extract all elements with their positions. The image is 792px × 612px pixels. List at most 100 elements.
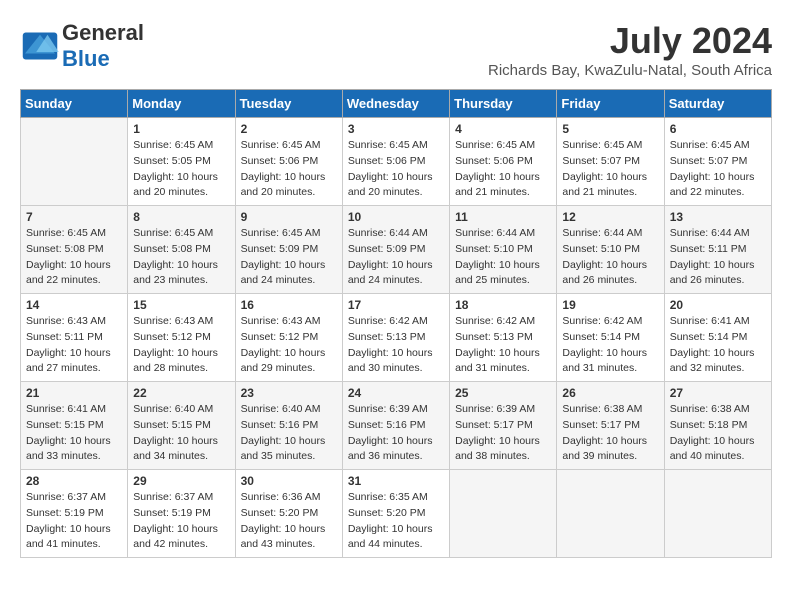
day-detail: Sunrise: 6:45 AMSunset: 5:06 PMDaylight:… [241, 138, 337, 201]
day-number: 15 [133, 298, 229, 312]
header-friday: Friday [557, 90, 664, 118]
day-cell: 28Sunrise: 6:37 AMSunset: 5:19 PMDayligh… [21, 470, 128, 558]
week-row-5: 28 Sunrise: 6:37 AMSunset: 5:19 PMDayligh… [21, 470, 772, 558]
day-cell: 12 Sunrise: 6:44 AMSunset: 5:10 PMDayligh… [557, 206, 664, 294]
day-detail: Sunrise: 6:45 AMSunset: 5:07 PMDaylight:… [562, 138, 658, 201]
day-number: 20 [670, 298, 766, 312]
day-number: 1 [133, 122, 229, 136]
day-number: 11 [455, 210, 551, 224]
day-detail: Sunrise: 6:44 AMSunset: 5:10 PMDaylight:… [562, 226, 658, 289]
header-monday: Monday [128, 90, 235, 118]
day-cell: 2 Sunrise: 6:45 AMSunset: 5:06 PMDaylight… [235, 118, 342, 206]
day-number: 27 [670, 386, 766, 400]
day-number: 23 [241, 386, 337, 400]
location: Richards Bay, KwaZulu-Natal, South Afric… [488, 62, 772, 79]
logo-icon [20, 31, 60, 61]
day-detail: Sunrise: 6:36 AMSunset: 5:20 PMDaylight:… [241, 490, 337, 553]
day-detail: Sunrise: 6:39 AMSunset: 5:17 PMDaylight:… [455, 402, 551, 465]
day-detail: Sunrise: 6:43 AMSunset: 5:12 PMDaylight:… [133, 314, 229, 377]
day-number: 24 [348, 386, 444, 400]
day-cell: 25 Sunrise: 6:39 AMSunset: 5:17 PMDayligh… [450, 382, 557, 470]
day-number: 29 [133, 474, 229, 488]
day-detail: Sunrise: 6:43 AMSunset: 5:11 PMDaylight:… [26, 314, 122, 377]
day-cell: 14 Sunrise: 6:43 AMSunset: 5:11 PMDayligh… [21, 294, 128, 382]
day-cell: 30 Sunrise: 6:36 AMSunset: 5:20 PMDayligh… [235, 470, 342, 558]
day-detail: Sunrise: 6:44 AMSunset: 5:09 PMDaylight:… [348, 226, 444, 289]
day-cell: 24 Sunrise: 6:39 AMSunset: 5:16 PMDayligh… [342, 382, 449, 470]
header-tuesday: Tuesday [235, 90, 342, 118]
day-cell: 6 Sunrise: 6:45 AMSunset: 5:07 PMDaylight… [664, 118, 771, 206]
day-cell [664, 470, 771, 558]
day-number: 3 [348, 122, 444, 136]
day-cell: 11 Sunrise: 6:44 AMSunset: 5:10 PMDayligh… [450, 206, 557, 294]
day-number: 7 [26, 210, 122, 224]
day-number: 14 [26, 298, 122, 312]
day-number: 28 [26, 474, 122, 488]
day-detail: Sunrise: 6:45 AMSunset: 5:09 PMDaylight:… [241, 226, 337, 289]
day-detail: Sunrise: 6:42 AMSunset: 5:13 PMDaylight:… [455, 314, 551, 377]
day-detail: Sunrise: 6:45 AMSunset: 5:05 PMDaylight:… [133, 138, 229, 201]
day-detail: Sunrise: 6:39 AMSunset: 5:16 PMDaylight:… [348, 402, 444, 465]
title-block: July 2024 Richards Bay, KwaZulu-Natal, S… [488, 20, 772, 79]
day-cell: 22 Sunrise: 6:40 AMSunset: 5:15 PMDayligh… [128, 382, 235, 470]
header-sunday: Sunday [21, 90, 128, 118]
day-cell: 1 Sunrise: 6:45 AMSunset: 5:05 PMDaylight… [128, 118, 235, 206]
day-number: 25 [455, 386, 551, 400]
week-row-3: 14 Sunrise: 6:43 AMSunset: 5:11 PMDayligh… [21, 294, 772, 382]
day-detail: Sunrise: 6:44 AMSunset: 5:11 PMDaylight:… [670, 226, 766, 289]
day-cell: 10Sunrise: 6:44 AMSunset: 5:09 PMDayligh… [342, 206, 449, 294]
day-detail: Sunrise: 6:45 AMSunset: 5:08 PMDaylight:… [26, 226, 122, 289]
day-detail: Sunrise: 6:45 AMSunset: 5:08 PMDaylight:… [133, 226, 229, 289]
header-thursday: Thursday [450, 90, 557, 118]
day-number: 30 [241, 474, 337, 488]
week-row-4: 21Sunrise: 6:41 AMSunset: 5:15 PMDayligh… [21, 382, 772, 470]
page-header: General Blue July 2024 Richards Bay, Kwa… [20, 20, 772, 79]
day-cell: 7 Sunrise: 6:45 AMSunset: 5:08 PMDaylight… [21, 206, 128, 294]
day-detail: Sunrise: 6:40 AMSunset: 5:16 PMDaylight:… [241, 402, 337, 465]
month-year: July 2024 [488, 20, 772, 62]
day-number: 5 [562, 122, 658, 136]
day-cell: 19Sunrise: 6:42 AMSunset: 5:14 PMDayligh… [557, 294, 664, 382]
logo-general: General [62, 20, 144, 45]
day-number: 12 [562, 210, 658, 224]
day-cell: 31Sunrise: 6:35 AMSunset: 5:20 PMDayligh… [342, 470, 449, 558]
day-number: 17 [348, 298, 444, 312]
day-detail: Sunrise: 6:40 AMSunset: 5:15 PMDaylight:… [133, 402, 229, 465]
day-number: 21 [26, 386, 122, 400]
day-number: 19 [562, 298, 658, 312]
week-row-1: 1 Sunrise: 6:45 AMSunset: 5:05 PMDaylight… [21, 118, 772, 206]
day-number: 16 [241, 298, 337, 312]
day-number: 2 [241, 122, 337, 136]
day-detail: Sunrise: 6:44 AMSunset: 5:10 PMDaylight:… [455, 226, 551, 289]
day-number: 6 [670, 122, 766, 136]
day-detail: Sunrise: 6:42 AMSunset: 5:13 PMDaylight:… [348, 314, 444, 377]
day-number: 26 [562, 386, 658, 400]
day-number: 22 [133, 386, 229, 400]
day-cell: 26 Sunrise: 6:38 AMSunset: 5:17 PMDayligh… [557, 382, 664, 470]
day-detail: Sunrise: 6:37 AMSunset: 5:19 PMDaylight:… [133, 490, 229, 553]
day-cell: 23 Sunrise: 6:40 AMSunset: 5:16 PMDayligh… [235, 382, 342, 470]
day-detail: Sunrise: 6:41 AMSunset: 5:14 PMDaylight:… [670, 314, 766, 377]
day-cell: 27Sunrise: 6:38 AMSunset: 5:18 PMDayligh… [664, 382, 771, 470]
day-number: 8 [133, 210, 229, 224]
day-cell: 8 Sunrise: 6:45 AMSunset: 5:08 PMDaylight… [128, 206, 235, 294]
day-detail: Sunrise: 6:45 AMSunset: 5:07 PMDaylight:… [670, 138, 766, 201]
day-cell: 13Sunrise: 6:44 AMSunset: 5:11 PMDayligh… [664, 206, 771, 294]
day-cell: 3 Sunrise: 6:45 AMSunset: 5:06 PMDaylight… [342, 118, 449, 206]
day-detail: Sunrise: 6:45 AMSunset: 5:06 PMDaylight:… [348, 138, 444, 201]
day-cell [21, 118, 128, 206]
day-cell: 21Sunrise: 6:41 AMSunset: 5:15 PMDayligh… [21, 382, 128, 470]
day-number: 31 [348, 474, 444, 488]
day-number: 4 [455, 122, 551, 136]
day-cell: 29 Sunrise: 6:37 AMSunset: 5:19 PMDayligh… [128, 470, 235, 558]
day-cell: 16Sunrise: 6:43 AMSunset: 5:12 PMDayligh… [235, 294, 342, 382]
day-detail: Sunrise: 6:45 AMSunset: 5:06 PMDaylight:… [455, 138, 551, 201]
day-cell: 15 Sunrise: 6:43 AMSunset: 5:12 PMDayligh… [128, 294, 235, 382]
day-number: 18 [455, 298, 551, 312]
day-cell: 5 Sunrise: 6:45 AMSunset: 5:07 PMDaylight… [557, 118, 664, 206]
day-detail: Sunrise: 6:38 AMSunset: 5:17 PMDaylight:… [562, 402, 658, 465]
day-cell: 20 Sunrise: 6:41 AMSunset: 5:14 PMDayligh… [664, 294, 771, 382]
day-cell: 17 Sunrise: 6:42 AMSunset: 5:13 PMDayligh… [342, 294, 449, 382]
day-cell [450, 470, 557, 558]
logo: General Blue [20, 20, 144, 72]
